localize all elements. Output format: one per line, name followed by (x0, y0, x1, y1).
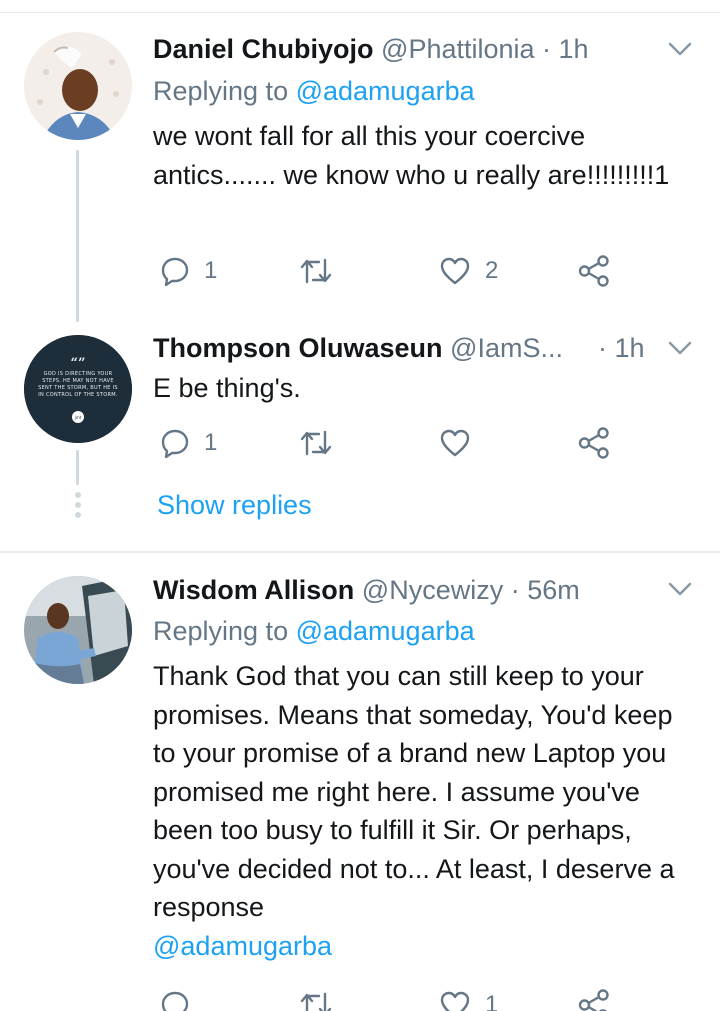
user-handle[interactable]: @IamS... (450, 333, 563, 363)
tweet-time[interactable]: · 56m (511, 575, 580, 605)
chevron-down-icon[interactable] (667, 36, 693, 62)
like-button[interactable] (439, 428, 485, 458)
show-replies-link[interactable]: Show replies (157, 490, 312, 521)
share-icon (578, 989, 609, 1011)
reply-button[interactable] (160, 990, 204, 1011)
share-button[interactable] (578, 989, 610, 1011)
retweet-icon (300, 430, 332, 456)
chevron-down-icon[interactable] (667, 576, 693, 602)
tweet-header: Daniel Chubiyojo @Phattilonia · 1h (153, 32, 589, 66)
share-icon (578, 255, 609, 287)
thread-line (76, 450, 79, 485)
chevron-down-icon[interactable] (667, 335, 693, 361)
tweet-text: Thank God that you can still keep to you… (153, 657, 698, 965)
tweet-header: Wisdom Allison @Nycewizy · 56m (153, 573, 580, 607)
retweet-icon (300, 992, 332, 1011)
display-name[interactable]: Thompson Oluwaseun (153, 333, 443, 363)
like-button[interactable]: 2 (439, 256, 498, 286)
retweet-button[interactable] (299, 256, 347, 286)
display-name[interactable]: Wisdom Allison (153, 575, 354, 605)
display-name[interactable]: Daniel Chubiyojo (153, 34, 374, 64)
reply-count: 1 (204, 257, 218, 284)
replying-to: Replying to @adamugarba (153, 614, 475, 648)
like-count: 1 (485, 991, 499, 1011)
tweet-text-body: Thank God that you can still keep to you… (153, 661, 675, 922)
tweet-time[interactable]: · 1h (598, 333, 645, 363)
avatar-thompson[interactable]: “” GOD IS DIRECTING YOUR STEPS. HE MAY N… (24, 335, 132, 443)
section-divider (0, 551, 720, 553)
share-button[interactable] (578, 427, 610, 459)
avatar-wisdom[interactable] (24, 576, 132, 684)
tweet-time[interactable]: · 1h (542, 34, 589, 64)
avatar-badge: jmt (74, 415, 82, 420)
share-button[interactable] (578, 255, 610, 287)
like-button[interactable]: 1 (439, 990, 498, 1011)
replying-to: Replying to @adamugarba (153, 74, 475, 108)
retweet-icon (300, 258, 332, 284)
reply-count: 1 (204, 429, 218, 456)
replying-to-mention[interactable]: @adamugarba (296, 76, 475, 106)
user-handle[interactable]: @Phattilonia (381, 34, 535, 64)
tweet-time-container: · 1h (598, 331, 645, 365)
replying-to-mention[interactable]: @adamugarba (296, 616, 475, 646)
reply-button[interactable]: 1 (160, 256, 217, 286)
tweet-text-mention[interactable]: @adamugarba (153, 931, 332, 961)
tweet-text: E be thing's. (153, 373, 301, 403)
reply-icon (161, 429, 189, 458)
replying-to-label: Replying to (153, 616, 296, 646)
user-handle[interactable]: @Nycewizy (362, 575, 503, 605)
like-icon (440, 257, 470, 285)
thread-line (76, 150, 79, 322)
avatar-quote-mark: “” (71, 356, 86, 371)
reply-icon (161, 991, 189, 1011)
like-count: 2 (485, 257, 499, 284)
retweet-button[interactable] (299, 990, 347, 1011)
reply-icon (161, 257, 189, 286)
avatar-daniel[interactable] (24, 32, 132, 140)
share-icon (578, 427, 609, 459)
top-divider (0, 12, 720, 13)
like-icon (440, 991, 470, 1011)
replying-to-label: Replying to (153, 76, 296, 106)
tweet-text: we wont fall for all this your coercive … (153, 121, 670, 190)
retweet-button[interactable] (299, 428, 347, 458)
like-icon (440, 429, 470, 457)
avatar-quote-text: GOD IS DIRECTING YOUR STEPS. HE MAY NOT … (38, 371, 118, 398)
reply-button[interactable]: 1 (160, 428, 217, 458)
tweet-header: Thompson Oluwaseun @IamS... (153, 331, 563, 365)
thread-dots (74, 492, 82, 522)
